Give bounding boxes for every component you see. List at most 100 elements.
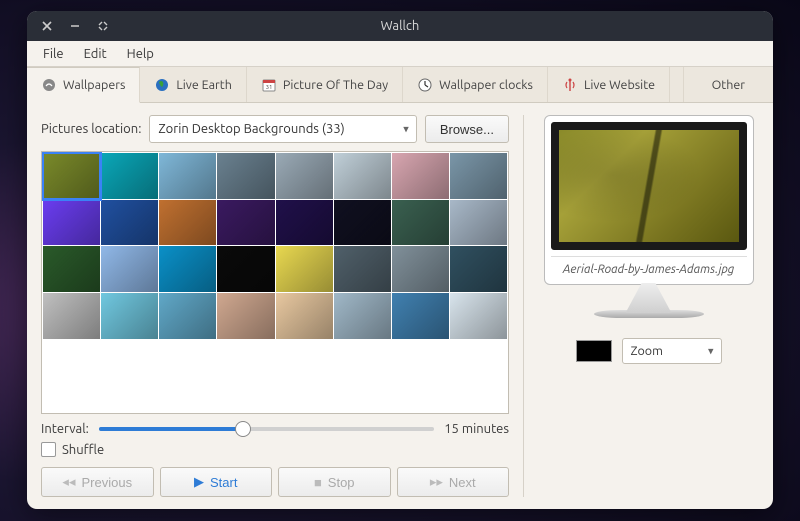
wallpaper-thumbnail[interactable] xyxy=(159,293,216,339)
previous-icon: ◂◂ xyxy=(62,474,75,490)
tab-label: Other xyxy=(712,78,745,92)
preview-monitor: Aerial-Road-by-James-Adams.jpg xyxy=(544,115,754,285)
wallpaper-thumbnail[interactable] xyxy=(334,246,391,292)
location-dropdown[interactable]: Zorin Desktop Backgrounds (33) xyxy=(149,115,416,143)
interval-row: Interval: 15 minutes xyxy=(41,422,509,436)
wallpaper-thumbnail[interactable] xyxy=(101,293,158,339)
wallpaper-thumbnail[interactable] xyxy=(276,246,333,292)
wallpaper-thumbnail[interactable] xyxy=(43,153,100,199)
wallpaper-thumbnail[interactable] xyxy=(43,293,100,339)
tab-label: Picture Of The Day xyxy=(283,78,388,92)
wallpaper-thumbnail[interactable] xyxy=(217,200,274,246)
wallpaper-thumbnail[interactable] xyxy=(217,293,274,339)
thumbnail-grid-container xyxy=(41,151,509,414)
wallpaper-thumbnail[interactable] xyxy=(392,293,449,339)
menu-file[interactable]: File xyxy=(35,44,72,64)
stop-button[interactable]: ■ Stop xyxy=(278,467,391,497)
svg-text:31: 31 xyxy=(265,84,272,91)
wallpaper-thumbnail[interactable] xyxy=(217,246,274,292)
previous-button[interactable]: ◂◂ Previous xyxy=(41,467,154,497)
preview-controls: Zoom xyxy=(538,338,759,364)
scale-mode-value: Zoom xyxy=(631,344,663,358)
tab-live-website[interactable]: Live Website xyxy=(548,67,670,102)
start-label: Start xyxy=(210,475,237,490)
wallpaper-thumbnail[interactable] xyxy=(392,246,449,292)
wallpaper-thumbnail[interactable] xyxy=(392,153,449,199)
left-pane: Pictures location: Zorin Desktop Backgro… xyxy=(41,115,509,497)
tabbar: Wallpapers Live Earth 31 Picture Of The … xyxy=(27,67,773,103)
window-title: Wallch xyxy=(27,19,773,33)
previous-label: Previous xyxy=(81,475,132,490)
close-icon[interactable] xyxy=(39,18,55,34)
minimize-icon[interactable] xyxy=(67,18,83,34)
location-row: Pictures location: Zorin Desktop Backgro… xyxy=(41,115,509,143)
wallpaper-thumbnail[interactable] xyxy=(276,293,333,339)
wallpaper-thumbnail[interactable] xyxy=(450,200,507,246)
tab-picture-of-the-day[interactable]: 31 Picture Of The Day xyxy=(247,67,403,102)
thumbnail-grid xyxy=(42,152,508,340)
slider-thumb[interactable] xyxy=(235,421,251,437)
wallpaper-thumbnail[interactable] xyxy=(334,153,391,199)
interval-value: 15 minutes xyxy=(444,422,509,436)
menu-help[interactable]: Help xyxy=(119,44,162,64)
tab-other[interactable]: Other xyxy=(683,67,773,102)
interval-slider[interactable] xyxy=(99,427,434,431)
titlebar: Wallch xyxy=(27,11,773,41)
wallpaper-thumbnail[interactable] xyxy=(450,246,507,292)
shuffle-label: Shuffle xyxy=(62,443,104,457)
tab-live-earth[interactable]: Live Earth xyxy=(140,67,246,102)
wallpaper-thumbnail[interactable] xyxy=(450,153,507,199)
wallpaper-thumbnail[interactable] xyxy=(101,153,158,199)
tab-wallpapers[interactable]: Wallpapers xyxy=(27,67,140,103)
browse-button[interactable]: Browse... xyxy=(425,115,509,143)
wallpaper-thumbnail[interactable] xyxy=(159,153,216,199)
wallpaper-thumbnail[interactable] xyxy=(276,200,333,246)
background-color-picker[interactable] xyxy=(576,340,612,362)
wallpaper-thumbnail[interactable] xyxy=(159,200,216,246)
preview-screen xyxy=(551,122,747,250)
wallpaper-thumbnail[interactable] xyxy=(217,153,274,199)
wallpaper-thumbnail[interactable] xyxy=(159,246,216,292)
shuffle-checkbox[interactable] xyxy=(41,442,56,457)
playback-controls: ◂◂ Previous ▶ Start ■ Stop ▸▸ Next xyxy=(41,467,509,497)
stop-label: Stop xyxy=(328,475,355,490)
scale-mode-dropdown[interactable]: Zoom xyxy=(622,338,722,364)
location-label: Pictures location: xyxy=(41,122,141,136)
tab-wallpaper-clocks[interactable]: Wallpaper clocks xyxy=(403,67,548,102)
antenna-icon xyxy=(562,77,578,93)
wallpaper-thumbnail[interactable] xyxy=(43,200,100,246)
content-area: Pictures location: Zorin Desktop Backgro… xyxy=(27,103,773,509)
wallpaper-thumbnail[interactable] xyxy=(43,246,100,292)
clock-icon xyxy=(417,77,433,93)
location-selected: Zorin Desktop Backgrounds (33) xyxy=(158,122,344,136)
maximize-icon[interactable] xyxy=(95,18,111,34)
tab-label: Wallpaper clocks xyxy=(439,78,533,92)
wallch-window: Wallch File Edit Help Wallpapers Live Ea… xyxy=(27,11,773,509)
next-label: Next xyxy=(449,475,476,490)
slider-fill xyxy=(99,427,243,431)
earth-icon xyxy=(154,77,170,93)
stop-icon: ■ xyxy=(314,475,322,490)
scale-combo-wrap: Zoom xyxy=(622,338,722,364)
monitor-stand xyxy=(626,283,672,313)
wallpaper-thumbnail[interactable] xyxy=(334,200,391,246)
start-button[interactable]: ▶ Start xyxy=(160,467,273,497)
wallpaper-thumbnail[interactable] xyxy=(276,153,333,199)
menu-edit[interactable]: Edit xyxy=(76,44,115,64)
wallpaper-thumbnail[interactable] xyxy=(450,293,507,339)
wallpaper-thumbnail[interactable] xyxy=(101,246,158,292)
menubar: File Edit Help xyxy=(27,41,773,67)
preview-pane: Aerial-Road-by-James-Adams.jpg Zoom xyxy=(523,115,759,497)
tab-label: Live Earth xyxy=(176,78,231,92)
preview-filename: Aerial-Road-by-James-Adams.jpg xyxy=(551,256,747,278)
wallpaper-thumbnail[interactable] xyxy=(392,200,449,246)
wallpaper-thumbnail[interactable] xyxy=(334,293,391,339)
tab-label: Live Website xyxy=(584,78,655,92)
wallpaper-thumbnail[interactable] xyxy=(101,200,158,246)
shuffle-row: Shuffle xyxy=(41,442,509,457)
next-button[interactable]: ▸▸ Next xyxy=(397,467,510,497)
play-icon: ▶ xyxy=(194,474,204,490)
calendar-icon: 31 xyxy=(261,77,277,93)
tab-label: Wallpapers xyxy=(63,78,125,92)
location-combo-wrap: Zorin Desktop Backgrounds (33) xyxy=(149,115,416,143)
